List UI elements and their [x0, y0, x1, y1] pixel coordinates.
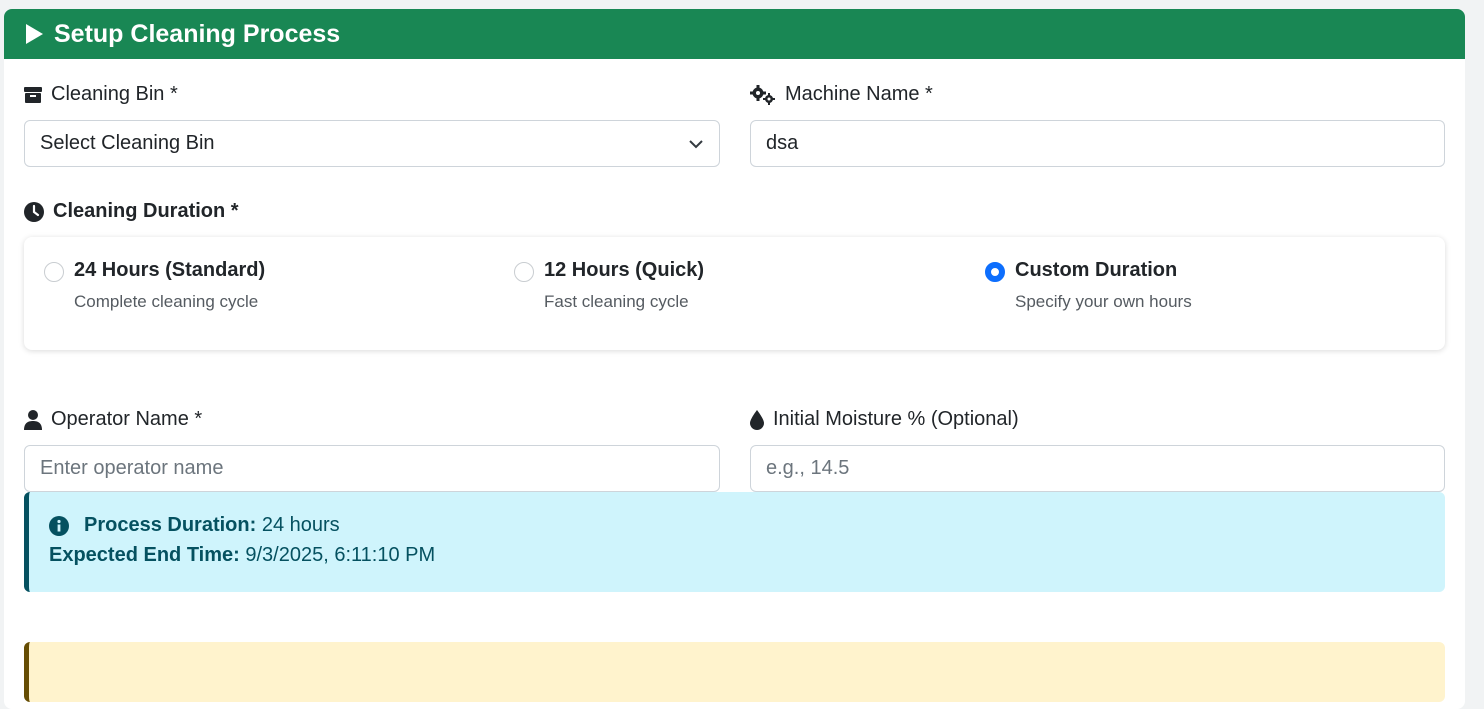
moisture-label: Initial Moisture % (Optional) — [750, 408, 1019, 431]
chevron-down-icon — [689, 140, 703, 149]
clock-icon — [24, 201, 44, 222]
option-title: 12 Hours (Quick) — [544, 259, 705, 281]
process-info-alert: Process Duration: 24 hours Expected End … — [24, 492, 1445, 592]
expected-end-label: Expected End Time: — [49, 544, 240, 566]
machine-name-label: Machine Name * — [750, 83, 933, 106]
setup-card: Setup Cleaning Process Cleaning Bin * Se… — [4, 9, 1465, 709]
radio-24h[interactable] — [44, 262, 64, 282]
option-title: Custom Duration — [1015, 259, 1178, 281]
play-icon — [26, 24, 43, 44]
cleaning-bin-selected: Select Cleaning Bin — [40, 132, 215, 154]
duration-options: 24 Hours (Standard) Complete cleaning cy… — [24, 237, 1445, 350]
option-title: 24 Hours (Standard) — [74, 259, 266, 281]
gears-icon — [750, 84, 775, 105]
page-title: Setup Cleaning Process — [54, 19, 341, 48]
operator-name-input[interactable] — [24, 445, 720, 492]
option-desc: Specify your own hours — [1015, 292, 1192, 311]
radio-custom[interactable] — [985, 262, 1005, 282]
moisture-input[interactable] — [750, 445, 1445, 492]
expected-end-value: 9/3/2025, 6:11:10 PM — [245, 544, 436, 566]
operator-name-label: Operator Name * — [24, 408, 202, 431]
warning-alert — [24, 642, 1445, 702]
machine-name-input[interactable] — [750, 120, 1445, 167]
cleaning-bin-select[interactable]: Select Cleaning Bin — [24, 120, 720, 167]
box-icon — [24, 86, 42, 103]
cleaning-duration-label: Cleaning Duration * — [24, 200, 239, 223]
user-icon — [24, 409, 42, 430]
process-duration-value: 24 hours — [261, 514, 340, 536]
card-header: Setup Cleaning Process — [4, 9, 1465, 59]
droplet-icon — [750, 409, 764, 430]
cleaning-bin-label: Cleaning Bin * — [24, 83, 178, 106]
process-duration-label: Process Duration: — [84, 514, 257, 536]
option-desc: Complete cleaning cycle — [74, 292, 259, 311]
expected-end-row: Expected End Time: 9/3/2025, 6:11:10 PM — [49, 544, 435, 567]
info-circle-icon — [49, 515, 69, 536]
option-desc: Fast cleaning cycle — [544, 292, 689, 311]
radio-12h[interactable] — [514, 262, 534, 282]
process-duration-row: Process Duration: 24 hours — [49, 514, 340, 537]
